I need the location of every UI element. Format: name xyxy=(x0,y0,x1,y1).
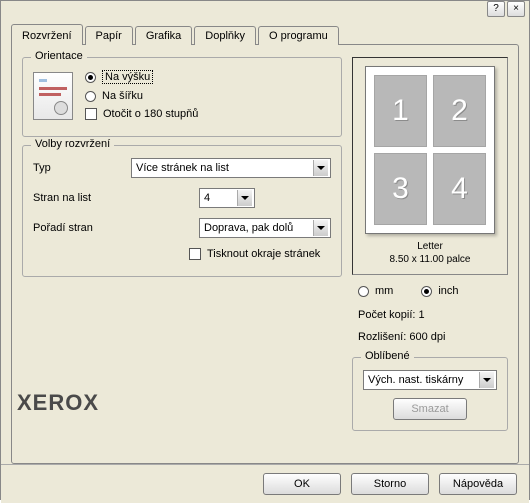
radio-unit-mm-label: mm xyxy=(375,285,393,297)
label-pps: Stran na list xyxy=(33,192,123,204)
label-page-order: Pořadí stran xyxy=(33,222,123,234)
checkbox-icon xyxy=(85,108,97,120)
select-favorites-value: Vých. nast. tiskárny xyxy=(368,374,463,386)
radio-unit-inch-label: inch xyxy=(438,285,458,297)
select-order-value: Doprava, pak dolů xyxy=(204,222,293,234)
select-favorites[interactable]: Vých. nast. tiskárny xyxy=(363,370,497,390)
group-favorites: Oblíbené Vých. nast. tiskárny Smazat xyxy=(352,357,508,431)
right-column: 1 2 3 4 Letter 8.50 x 11.00 palce mm xyxy=(352,57,508,453)
orientation-preview-icon xyxy=(33,72,73,120)
checkbox-rotate180[interactable]: Otočit o 180 stupňů xyxy=(85,108,198,120)
legend-orientation: Orientace xyxy=(31,50,87,62)
label-type: Typ xyxy=(33,162,123,174)
content-area: Rozvržení Papír Grafika Doplňky O progra… xyxy=(1,17,529,464)
radio-dot-icon xyxy=(358,286,369,297)
chevron-down-icon xyxy=(479,372,494,388)
group-orientation: Orientace Na výšku Na ší xyxy=(22,57,342,137)
brand-logo: XEROX xyxy=(17,390,99,416)
tab-layout[interactable]: Rozvržení xyxy=(11,24,83,45)
titlebar: ? × xyxy=(1,1,529,17)
select-layout-type[interactable]: Více stránek na list xyxy=(131,158,331,178)
chevron-down-icon xyxy=(313,220,328,236)
close-icon[interactable]: × xyxy=(507,1,525,17)
paper-label: Letter 8.50 x 11.00 palce xyxy=(390,240,471,266)
checkbox-print-border-label: Tisknout okraje stránek xyxy=(207,248,320,260)
tab-about[interactable]: O programu xyxy=(258,26,339,45)
ok-button[interactable]: OK xyxy=(263,473,341,495)
dialog-button-bar: OK Storno Nápověda xyxy=(1,464,529,503)
radio-dot-icon xyxy=(85,91,96,102)
preview-page-4: 4 xyxy=(433,153,486,225)
tab-extras[interactable]: Doplňky xyxy=(194,26,256,45)
tab-paper[interactable]: Papír xyxy=(85,26,133,45)
radio-landscape[interactable]: Na šířku xyxy=(85,90,198,102)
radio-landscape-label: Na šířku xyxy=(102,90,143,102)
checkbox-print-border[interactable]: Tisknout okraje stránek xyxy=(189,248,331,260)
radio-dot-icon xyxy=(421,286,432,297)
tab-graphics[interactable]: Grafika xyxy=(135,26,192,45)
checkbox-icon xyxy=(189,248,201,260)
chevron-down-icon xyxy=(237,190,252,206)
select-pps-value: 4 xyxy=(204,192,210,204)
radio-portrait[interactable]: Na výšku xyxy=(85,70,198,84)
group-layout-options: Volby rozvržení Typ Více stránek na list… xyxy=(22,145,342,277)
help-button[interactable]: Nápověda xyxy=(439,473,517,495)
help-icon[interactable]: ? xyxy=(487,1,505,17)
radio-dot-icon xyxy=(85,72,96,83)
info-copies: Počet kopií: 1 xyxy=(352,307,508,323)
info-resolution: Rozlišení: 600 dpi xyxy=(352,329,508,345)
legend-layout: Volby rozvržení xyxy=(31,138,114,150)
cancel-button[interactable]: Storno xyxy=(351,473,429,495)
checkbox-rotate180-label: Otočit o 180 stupňů xyxy=(103,108,198,120)
unit-row: mm inch xyxy=(352,281,508,301)
tabstrip: Rozvržení Papír Grafika Doplňky O progra… xyxy=(11,23,519,44)
radio-unit-inch[interactable]: inch xyxy=(421,285,458,297)
preview-page-2: 2 xyxy=(433,75,486,147)
print-preferences-dialog: ? × Rozvržení Papír Grafika Doplňky O pr… xyxy=(0,0,530,500)
legend-favorites: Oblíbené xyxy=(361,350,414,362)
radio-portrait-label: Na výšku xyxy=(102,70,153,84)
select-pages-per-sheet[interactable]: 4 xyxy=(199,188,255,208)
select-page-order[interactable]: Doprava, pak dolů xyxy=(199,218,331,238)
preview-page-1: 1 xyxy=(374,75,427,147)
preview-page-3: 3 xyxy=(374,153,427,225)
select-layout-type-value: Více stránek na list xyxy=(136,162,229,174)
chevron-down-icon xyxy=(313,160,328,176)
page-preview-frame: 1 2 3 4 Letter 8.50 x 11.00 palce xyxy=(352,57,508,275)
radio-unit-mm[interactable]: mm xyxy=(358,285,393,297)
page-preview: 1 2 3 4 xyxy=(365,66,495,234)
paper-name: Letter xyxy=(390,240,471,253)
paper-dims: 8.50 x 11.00 palce xyxy=(390,253,471,266)
delete-favorite-button[interactable]: Smazat xyxy=(393,398,467,420)
